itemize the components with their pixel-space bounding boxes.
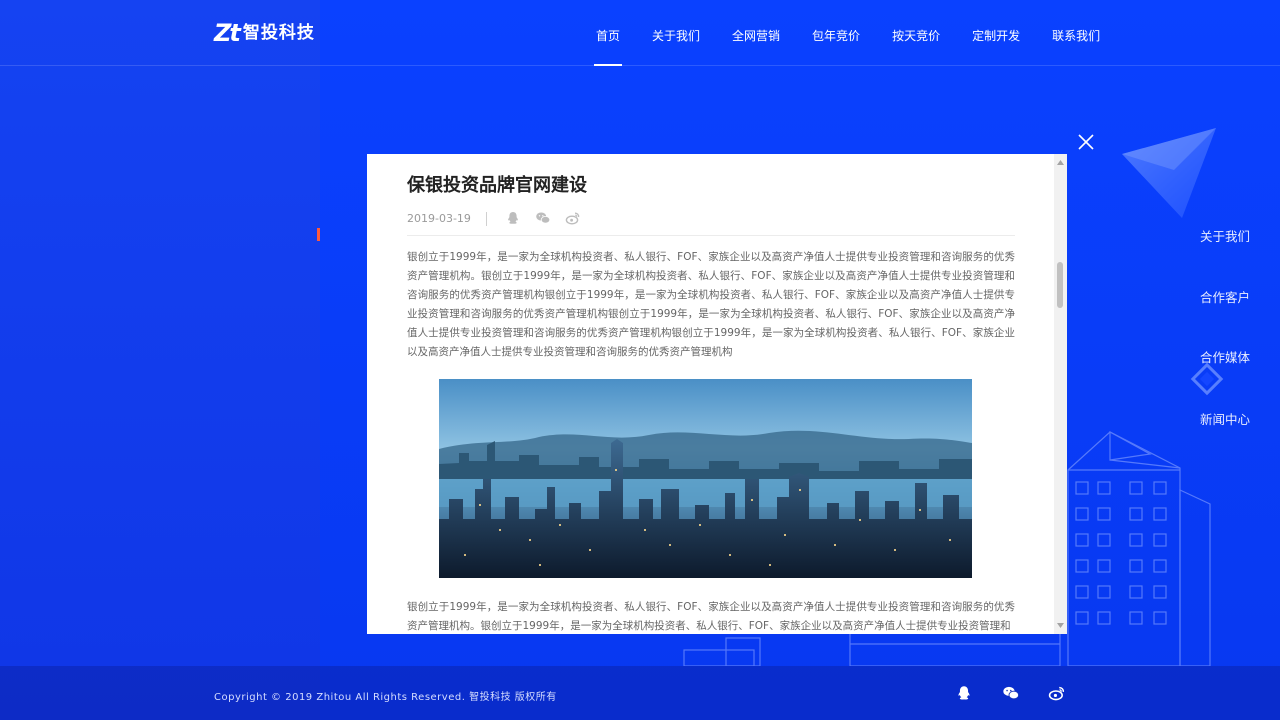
wechat-icon[interactable]	[1002, 684, 1020, 702]
modal-scrollbar[interactable]	[1054, 154, 1067, 634]
sidebar-item-news[interactable]: 新闻中心	[1130, 409, 1250, 428]
nav-item-custom-dev[interactable]: 定制开发	[956, 0, 1036, 66]
nav-item-contact[interactable]: 联系我们	[1036, 0, 1116, 66]
decorative-diamond	[1190, 362, 1224, 396]
weibo-icon[interactable]	[565, 210, 581, 226]
close-icon[interactable]	[1076, 132, 1096, 152]
brand-logo[interactable]: Zt 智投科技	[214, 20, 315, 46]
meta-divider	[486, 212, 487, 226]
sidebar-item-about[interactable]: 关于我们	[1130, 226, 1250, 245]
nav-item-about[interactable]: 关于我们	[636, 0, 716, 66]
weibo-icon[interactable]	[1048, 684, 1066, 702]
qq-icon[interactable]	[955, 684, 973, 702]
nav-item-daily-bidding[interactable]: 按天竞价	[876, 0, 956, 66]
copyright-text: Copyright © 2019 Zhitou All Rights Reser…	[214, 692, 557, 703]
article-image-city-skyline	[439, 379, 972, 578]
sidebar-item-media[interactable]: 合作媒体	[1130, 347, 1250, 366]
wechat-icon[interactable]	[535, 210, 551, 226]
site-header: Zt 智投科技 首页 关于我们 全网营销 包年竞价 按天竞价 定制开发 联系我们	[0, 0, 1280, 66]
article-meta: 2019-03-19	[407, 210, 1015, 236]
main-nav: 首页 关于我们 全网营销 包年竞价 按天竞价 定制开发 联系我们	[580, 0, 1116, 66]
article-content: 保银投资品牌官网建设 2019-03-19 银创立于1999年，是一家为全球机构…	[407, 154, 1015, 634]
nav-item-home[interactable]: 首页	[580, 0, 636, 66]
sidebar-active-indicator	[317, 228, 320, 241]
left-panel-background	[0, 0, 320, 720]
site-footer: Copyright © 2019 Zhitou All Rights Reser…	[0, 666, 1280, 720]
nav-item-marketing[interactable]: 全网营销	[716, 0, 796, 66]
qq-icon[interactable]	[505, 210, 521, 226]
article-title: 保银投资品牌官网建设	[407, 175, 587, 196]
nav-item-annual-bidding[interactable]: 包年竞价	[796, 0, 876, 66]
scroll-down-arrow-icon[interactable]	[1056, 621, 1065, 630]
article-paragraph: 银创立于1999年，是一家为全球机构投资者、私人银行、FOF、家族企业以及高资产…	[407, 251, 1015, 358]
article-paragraph: 银创立于1999年，是一家为全球机构投资者、私人银行、FOF、家族企业以及高资产…	[407, 601, 1015, 632]
article-modal: 保银投资品牌官网建设 2019-03-19 银创立于1999年，是一家为全球机构…	[367, 154, 1067, 634]
scroll-up-arrow-icon[interactable]	[1056, 158, 1065, 167]
logo-text: 智投科技	[242, 23, 315, 43]
scroll-thumb[interactable]	[1057, 262, 1063, 308]
logo-mark: Zt	[214, 19, 241, 47]
sidebar-item-clients[interactable]: 合作客户	[1130, 287, 1250, 306]
decorative-triangle	[1122, 128, 1216, 218]
article-date: 2019-03-19	[407, 212, 471, 225]
